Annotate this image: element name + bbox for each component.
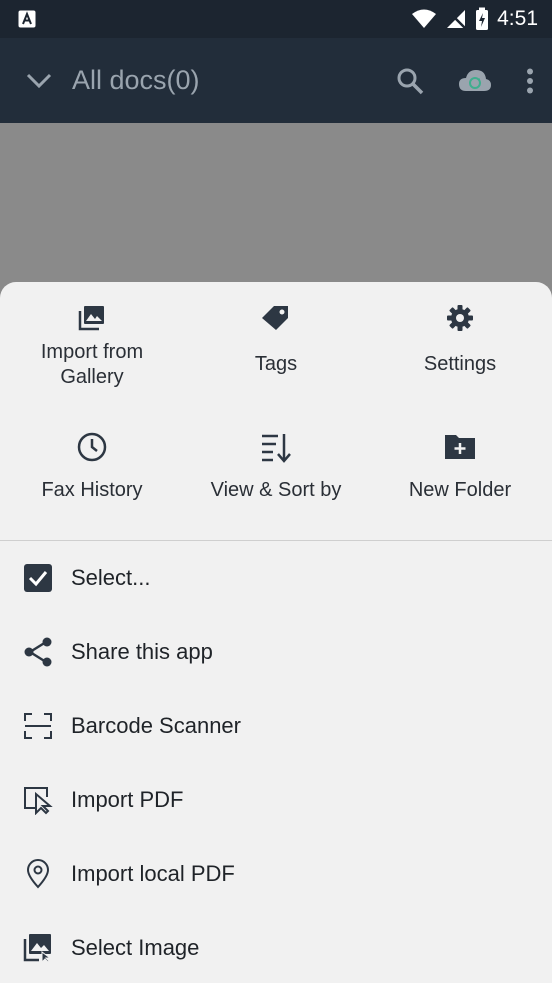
settings-button[interactable]: Settings xyxy=(368,304,552,377)
status-time: 4:51 xyxy=(497,7,538,30)
import-pdf-menu-item[interactable]: Import PDF xyxy=(0,763,552,837)
notification-app-icon xyxy=(18,10,36,28)
tag-icon xyxy=(262,306,288,330)
select-image-menu-item[interactable]: Select Image xyxy=(0,911,552,983)
search-icon[interactable] xyxy=(396,67,424,95)
grid-item-label: Settings xyxy=(423,353,497,375)
share-app-menu-item[interactable]: Share this app xyxy=(0,615,552,689)
barcode-scanner-icon xyxy=(22,710,54,742)
list-item-label: Select... xyxy=(71,565,151,590)
barcode-scanner-menu-item[interactable]: Barcode Scanner xyxy=(0,689,552,763)
view-sort-button[interactable]: View & Sort by xyxy=(184,432,368,503)
import-from-gallery-button[interactable]: Import from Gallery xyxy=(0,304,184,390)
list-item-label: Select Image xyxy=(71,935,200,960)
list-item-label: Import PDF xyxy=(71,787,184,812)
fax-history-button[interactable]: Fax History xyxy=(0,432,184,503)
import-pdf-icon xyxy=(22,784,54,816)
page-title[interactable]: All docs(0) xyxy=(72,65,200,96)
select-menu-item[interactable]: Select... xyxy=(0,541,552,615)
cloud-sync-icon[interactable] xyxy=(458,69,492,93)
gear-icon xyxy=(447,305,473,331)
app-bar: All docs(0) xyxy=(0,38,552,123)
grid-item-label: Import from Gallery xyxy=(40,341,144,388)
location-pin-icon xyxy=(22,858,54,890)
list-item-label: Share this app xyxy=(71,639,213,664)
import-local-pdf-menu-item[interactable]: Import local PDF xyxy=(0,837,552,911)
list-item-label: Import local PDF xyxy=(71,861,235,886)
grid-item-label: Fax History xyxy=(41,479,143,501)
no-signal-icon xyxy=(446,9,467,29)
tags-button[interactable]: Tags xyxy=(184,304,368,377)
more-vert-icon[interactable] xyxy=(526,68,534,94)
new-folder-icon xyxy=(445,435,475,459)
new-folder-button[interactable]: New Folder xyxy=(368,432,552,503)
chevron-down-icon[interactable] xyxy=(26,73,52,89)
gallery-icon xyxy=(78,306,104,331)
sort-icon xyxy=(262,434,291,463)
list-item-label: Barcode Scanner xyxy=(71,713,241,738)
wifi-icon xyxy=(412,9,437,28)
status-bar: 4:51 xyxy=(0,0,552,38)
select-image-icon xyxy=(22,932,54,964)
share-icon xyxy=(22,636,54,668)
grid-item-label: New Folder xyxy=(408,479,512,501)
clock-icon xyxy=(77,432,107,462)
checkbox-icon xyxy=(22,562,54,594)
battery-charging-icon xyxy=(476,7,489,30)
grid-item-label: Tags xyxy=(254,353,298,375)
grid-item-label: View & Sort by xyxy=(210,479,342,501)
bottom-sheet-menu: Import from Gallery Tags Settings Fax Hi… xyxy=(0,282,552,983)
